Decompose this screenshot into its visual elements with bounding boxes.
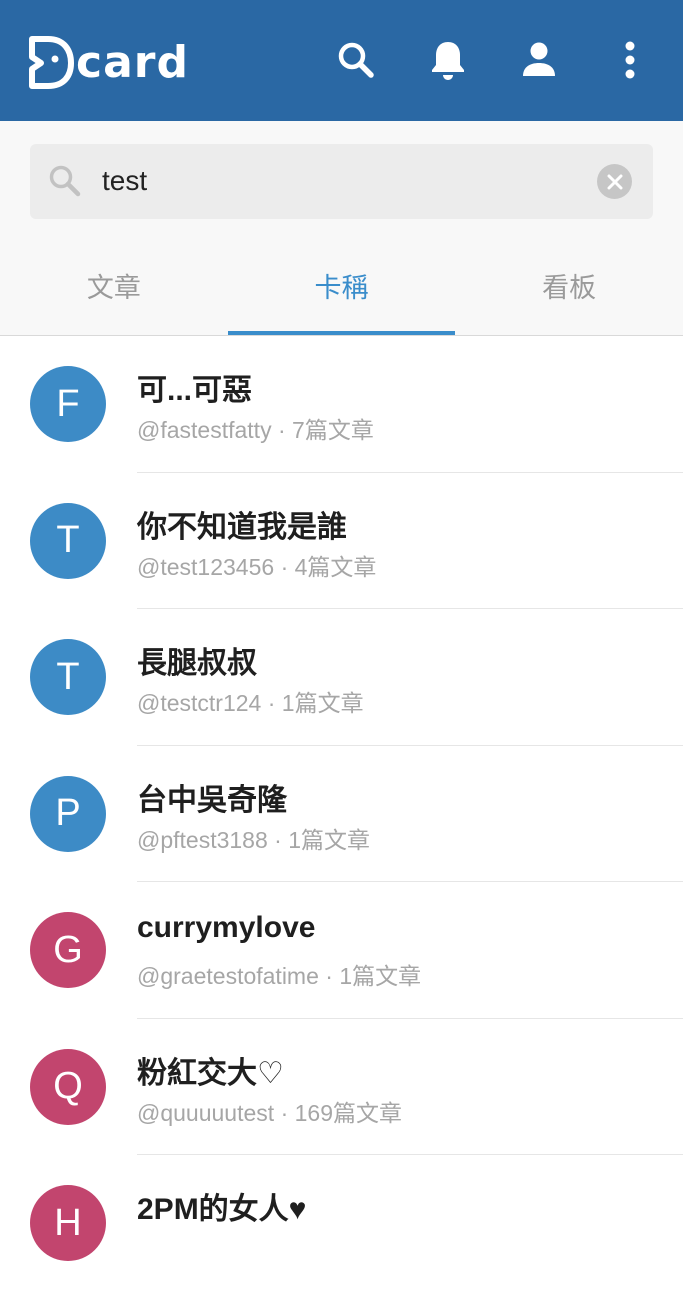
- user-meta: @fastestfatty · 7篇文章: [137, 411, 374, 445]
- nickname: 長腿叔叔: [137, 647, 257, 680]
- tab-boards[interactable]: 看板: [455, 241, 683, 335]
- list-item[interactable]: Q 粉紅交大♡ @quuuuutest · 169篇文章: [0, 1019, 683, 1155]
- handle: @testctr124: [137, 690, 262, 716]
- user-icon[interactable]: [516, 37, 562, 83]
- more-icon[interactable]: [607, 37, 653, 83]
- article-count: 7篇文章: [292, 417, 374, 443]
- handle: @fastestfatty: [137, 417, 272, 443]
- nickname: currymylove: [137, 911, 316, 944]
- active-tab-indicator: [227, 331, 456, 335]
- article-count: 169篇文章: [294, 1099, 402, 1126]
- avatar: T: [30, 502, 106, 579]
- dcard-logo-mark: [29, 36, 74, 89]
- search-area: 文章 卡稱 看板: [0, 121, 683, 336]
- search-icon[interactable]: [333, 37, 379, 83]
- handle: @quuuuutest: [137, 1099, 275, 1126]
- user-meta: @quuuuutest · 169篇文章: [137, 1094, 402, 1128]
- app-bar: card: [0, 0, 683, 121]
- nickname: 你不知道我是誰: [137, 510, 347, 544]
- nickname: 台中吳奇隆: [137, 783, 287, 817]
- search-icon: [48, 164, 82, 203]
- search-input[interactable]: [102, 158, 582, 204]
- tab-label: 看板: [542, 272, 597, 303]
- handle: @test123456: [137, 553, 275, 580]
- tab-bar: 文章 卡稱 看板: [0, 241, 683, 335]
- avatar: H: [30, 1185, 106, 1261]
- separator: ·: [274, 826, 282, 853]
- user-meta: @test123456 · 4篇文章: [137, 548, 376, 582]
- tab-label: 文章: [86, 272, 141, 303]
- article-count: 4篇文章: [294, 553, 377, 580]
- list-item[interactable]: F 可...可惡 @fastestfatty · 7篇文章: [0, 336, 683, 473]
- clear-search-button[interactable]: [597, 164, 632, 199]
- user-meta: @pftest3188 · 1篇文章: [137, 821, 370, 855]
- list-item[interactable]: G currymylove @graetestofatime · 1篇文章: [0, 882, 683, 1019]
- avatar: P: [30, 775, 106, 852]
- tab-articles[interactable]: 文章: [0, 241, 228, 335]
- results-list: F 可...可惡 @fastestfatty · 7篇文章 T 你不知道我是誰 …: [0, 336, 683, 1292]
- article-count: 1篇文章: [339, 963, 422, 989]
- close-icon: [607, 174, 622, 189]
- nickname: 粉紅交大♡: [137, 1056, 284, 1090]
- avatar: G: [30, 912, 106, 988]
- tab-nicknames[interactable]: 卡稱: [227, 241, 456, 335]
- search-box: [30, 144, 653, 219]
- bell-icon[interactable]: [425, 37, 471, 83]
- separator: ·: [280, 553, 289, 580]
- avatar: F: [30, 366, 106, 442]
- nickname: 可...可惡: [137, 374, 253, 407]
- user-meta: @graetestofatime · 1篇文章: [137, 957, 421, 991]
- list-item[interactable]: T 長腿叔叔 @testctr124 · 1篇文章: [0, 609, 683, 746]
- avatar: Q: [30, 1048, 106, 1125]
- list-item[interactable]: H 2PM的女人♥: [0, 1155, 683, 1292]
- separator: ·: [325, 963, 333, 989]
- nickname: 2PM的女人♥: [137, 1193, 307, 1226]
- article-count: 1篇文章: [281, 690, 364, 716]
- tab-label: 卡稱: [314, 272, 369, 303]
- user-meta: @testctr124 · 1篇文章: [137, 684, 364, 718]
- list-item[interactable]: P 台中吳奇隆 @pftest3188 · 1篇文章: [0, 746, 683, 882]
- separator: ·: [277, 417, 286, 443]
- handle: @pftest3188: [137, 826, 268, 853]
- avatar: T: [30, 639, 106, 715]
- handle: @graetestofatime: [137, 963, 319, 989]
- separator: ·: [267, 690, 276, 716]
- logo-text: card: [76, 36, 189, 88]
- article-count: 1篇文章: [288, 826, 371, 853]
- list-item[interactable]: T 你不知道我是誰 @test123456 · 4篇文章: [0, 473, 683, 609]
- dcard-logo[interactable]: card: [28, 34, 189, 90]
- separator: ·: [280, 1099, 289, 1126]
